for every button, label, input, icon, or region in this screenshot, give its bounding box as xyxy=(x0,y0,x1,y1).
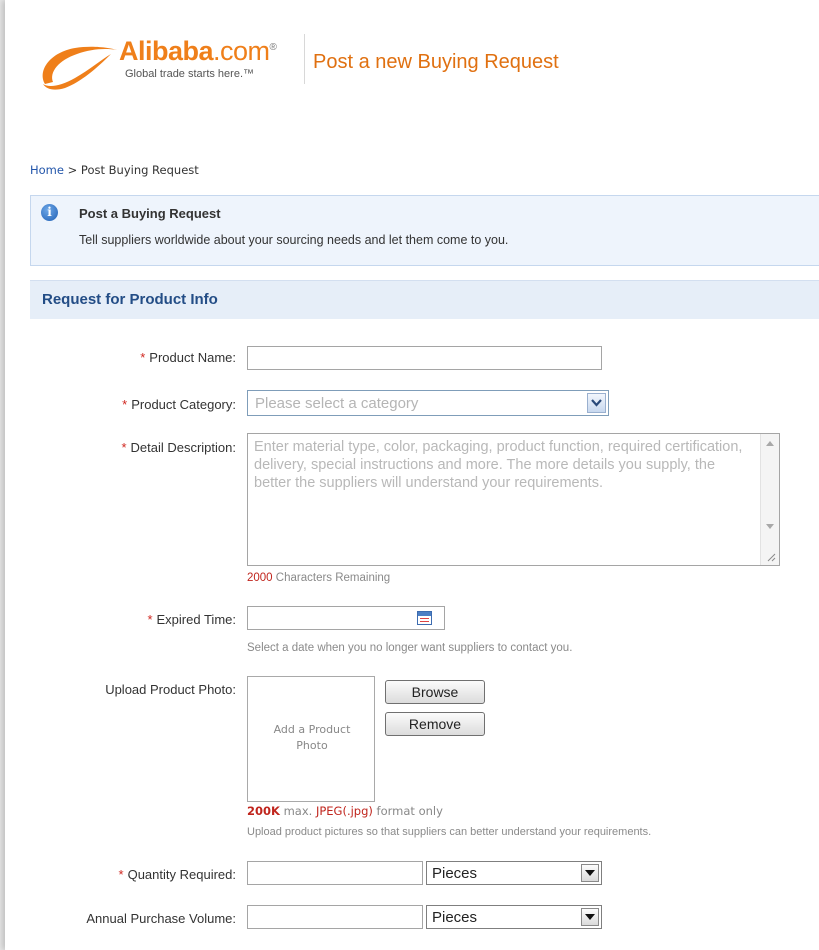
logo-wordmark: Alibaba.com® xyxy=(119,36,277,66)
annual-purchase-volume-label: Annual Purchase Volume: xyxy=(86,911,236,926)
product-category-label: * Product Category: xyxy=(122,397,236,412)
triangle-down-icon[interactable] xyxy=(581,864,599,882)
detail-description-label: * Detail Description: xyxy=(121,440,236,455)
scroll-down-arrow-icon[interactable] xyxy=(766,524,774,529)
breadcrumb-home-link[interactable]: Home xyxy=(30,163,64,177)
textarea-scrollbar[interactable] xyxy=(760,434,779,565)
photo-placeholder-text: Add a Product Photo xyxy=(273,723,351,752)
info-text: Tell suppliers worldwide about your sour… xyxy=(79,233,509,247)
expired-time-input[interactable] xyxy=(247,606,445,630)
upload-photo-label: Upload Product Photo: xyxy=(105,682,236,697)
header-divider xyxy=(304,34,305,84)
required-marker: * xyxy=(121,440,127,455)
required-marker: * xyxy=(122,397,128,412)
info-box: i Post a Buying Request Tell suppliers w… xyxy=(30,195,819,266)
photo-format-note: 200K max. JPEG(.jpg) format only xyxy=(247,804,443,818)
description-placeholder: Enter material type, color, packaging, p… xyxy=(254,439,743,491)
alibaba-logo[interactable]: Alibaba.com® Global trade starts here.™ xyxy=(35,36,297,94)
annual-purchase-volume-input[interactable] xyxy=(247,905,423,929)
page-title: Post a new Buying Request xyxy=(313,51,559,73)
calendar-icon[interactable] xyxy=(417,611,432,625)
page: Alibaba.com® Global trade starts here.™ … xyxy=(5,0,819,950)
scroll-up-arrow-icon[interactable] xyxy=(766,441,774,446)
product-category-select[interactable]: Please select a category xyxy=(247,390,609,416)
quantity-unit-value: Pieces xyxy=(432,865,478,882)
expired-time-hint: Select a date when you no longer want su… xyxy=(247,642,573,654)
required-marker: * xyxy=(147,612,153,627)
browse-button[interactable]: Browse xyxy=(385,680,485,704)
section-header: Request for Product Info xyxy=(30,280,819,319)
chevron-down-icon[interactable] xyxy=(587,393,606,413)
info-title: Post a Buying Request xyxy=(79,206,221,221)
resize-grip-icon[interactable] xyxy=(766,552,776,562)
logo-tagline: Global trade starts here.™ xyxy=(125,68,255,80)
required-marker: * xyxy=(118,867,124,882)
category-placeholder: Please select a category xyxy=(255,395,419,412)
expired-time-label: * Expired Time: xyxy=(147,612,236,627)
info-icon: i xyxy=(41,204,58,221)
remove-button[interactable]: Remove xyxy=(385,712,485,736)
alibaba-swoosh-icon xyxy=(42,46,117,90)
breadcrumb-current: Post Buying Request xyxy=(80,163,199,177)
breadcrumb-separator: > xyxy=(67,163,78,177)
photo-preview-box[interactable]: Add a Product Photo xyxy=(247,676,375,802)
quantity-required-label: * Quantity Required: xyxy=(118,867,236,882)
quantity-required-input[interactable] xyxy=(247,861,423,885)
annual-volume-unit-select[interactable]: Pieces xyxy=(426,905,602,929)
upload-photo-hint: Upload product pictures so that supplier… xyxy=(247,826,652,838)
triangle-down-icon[interactable] xyxy=(581,908,599,926)
required-marker: * xyxy=(140,350,146,365)
section-title: Request for Product Info xyxy=(42,291,218,308)
breadcrumb: Home > Post Buying Request xyxy=(30,163,199,177)
chars-remaining: 2000 Characters Remaining xyxy=(247,572,391,584)
product-name-input[interactable] xyxy=(247,346,602,370)
annual-volume-unit-value: Pieces xyxy=(432,909,478,926)
product-name-label: * Product Name: xyxy=(140,350,236,365)
detail-description-textarea[interactable]: Enter material type, color, packaging, p… xyxy=(247,433,780,566)
quantity-unit-select[interactable]: Pieces xyxy=(426,861,602,885)
